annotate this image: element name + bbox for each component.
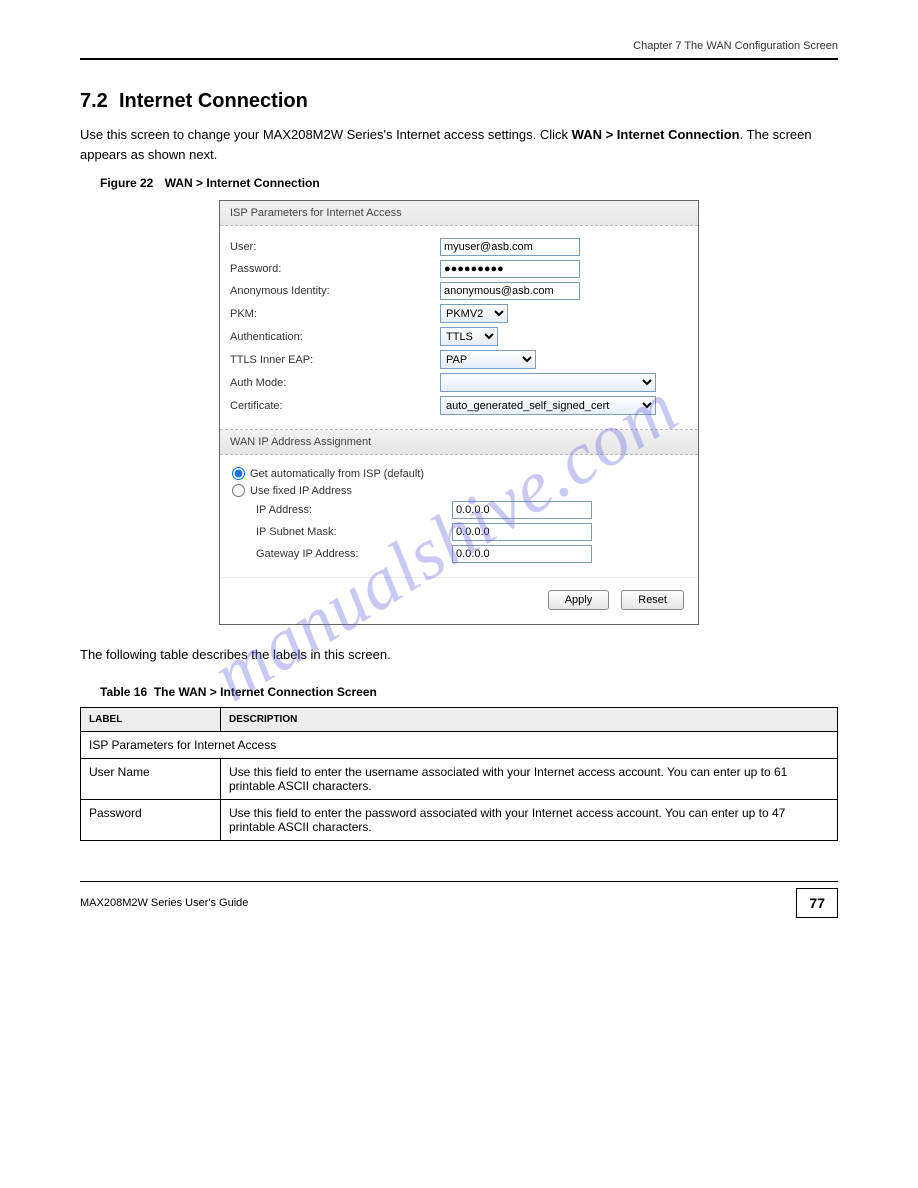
- intro-paragraph: Use this screen to change your MAX208M2W…: [80, 125, 838, 164]
- table-header-row: LABEL DESCRIPTION: [81, 707, 838, 731]
- gw-input[interactable]: [452, 545, 592, 563]
- cell-desc: Use this field to enter the password ass…: [221, 799, 838, 840]
- section-number: 7.2: [80, 90, 108, 112]
- row-auth: Authentication: TTLS: [230, 327, 688, 346]
- table-section-cell: ISP Parameters for Internet Access: [81, 731, 838, 758]
- user-input[interactable]: [440, 238, 580, 256]
- row-anon: Anonymous Identity:: [230, 282, 688, 300]
- inner-select[interactable]: PAP: [440, 350, 536, 369]
- row-gw: Gateway IP Address:: [256, 545, 688, 563]
- isp-section-header: ISP Parameters for Internet Access: [220, 201, 698, 226]
- authmode-select[interactable]: [440, 373, 656, 392]
- cert-label: Certificate:: [230, 400, 440, 412]
- ip-label: IP Address:: [256, 504, 452, 516]
- row-authmode: Auth Mode:: [230, 373, 688, 392]
- intro-strong-prefix: WAN >: [572, 127, 617, 142]
- figure-title: WAN > Internet Connection: [165, 176, 320, 190]
- apply-button[interactable]: Apply: [548, 590, 610, 610]
- radio-fixed[interactable]: [232, 484, 245, 497]
- auth-label: Authentication:: [230, 331, 440, 343]
- row-inner: TTLS Inner EAP: PAP: [230, 350, 688, 369]
- description-table: LABEL DESCRIPTION ISP Parameters for Int…: [80, 707, 838, 841]
- page-footer: MAX208M2W Series User's Guide 77: [80, 881, 838, 918]
- password-label: Password:: [230, 263, 440, 275]
- wan-section-header: WAN IP Address Assignment: [220, 430, 698, 455]
- user-label: User:: [230, 241, 440, 253]
- row-mask: IP Subnet Mask:: [256, 523, 688, 541]
- table-intro: The following table describes the labels…: [80, 645, 838, 665]
- table-row: Password Use this field to enter the pas…: [81, 799, 838, 840]
- gw-label: Gateway IP Address:: [256, 548, 452, 560]
- section-title: 7.2 Internet Connection: [80, 90, 838, 113]
- row-pkm: PKM: PKMV2: [230, 304, 688, 323]
- wan-section-body: Get automatically from ISP (default) Use…: [220, 455, 698, 577]
- col-label: LABEL: [81, 707, 221, 731]
- row-cert: Certificate: auto_generated_self_signed_…: [230, 396, 688, 415]
- radio-auto-label: Get automatically from ISP (default): [250, 468, 424, 480]
- reset-button[interactable]: Reset: [621, 590, 684, 610]
- table-number: Table 16: [100, 685, 147, 699]
- intro-strong: Internet Connection: [617, 127, 740, 142]
- mask-input[interactable]: [452, 523, 592, 541]
- row-password: Password:: [230, 260, 688, 278]
- table-title: The WAN > Internet Connection Screen: [154, 685, 377, 699]
- cert-select[interactable]: auto_generated_self_signed_cert: [440, 396, 656, 415]
- radio-auto-row: Get automatically from ISP (default): [230, 467, 688, 480]
- header-rule: [80, 58, 838, 60]
- radio-fixed-label: Use fixed IP Address: [250, 485, 352, 497]
- radio-fixed-row: Use fixed IP Address: [230, 484, 688, 497]
- config-screenshot: ISP Parameters for Internet Access User:…: [219, 200, 699, 625]
- isp-section-body: User: Password: Anonymous Identity: PKM:…: [220, 226, 698, 430]
- cell-label: Password: [81, 799, 221, 840]
- authmode-label: Auth Mode:: [230, 377, 440, 389]
- table-row: User Name Use this field to enter the us…: [81, 758, 838, 799]
- table-caption: Table 16 The WAN > Internet Connection S…: [100, 685, 838, 699]
- footer-rule: [80, 881, 838, 882]
- figure-caption: Figure 22 WAN > Internet Connection: [100, 176, 838, 190]
- auth-select[interactable]: TTLS: [440, 327, 498, 346]
- pkm-label: PKM:: [230, 308, 440, 320]
- radio-auto[interactable]: [232, 467, 245, 480]
- footer-guide-name: MAX208M2W Series User's Guide: [80, 897, 248, 909]
- cell-label: User Name: [81, 758, 221, 799]
- ip-input[interactable]: [452, 501, 592, 519]
- section-name: Internet Connection: [119, 90, 308, 112]
- chapter-header: Chapter 7 The WAN Configuration Screen: [80, 40, 838, 52]
- row-ip: IP Address:: [256, 501, 688, 519]
- page-number: 77: [796, 888, 838, 918]
- anon-label: Anonymous Identity:: [230, 285, 440, 297]
- figure-number: Figure 22: [100, 176, 153, 190]
- password-input[interactable]: [440, 260, 580, 278]
- table-section-row: ISP Parameters for Internet Access: [81, 731, 838, 758]
- cell-desc: Use this field to enter the username ass…: [221, 758, 838, 799]
- pkm-select[interactable]: PKMV2: [440, 304, 508, 323]
- anon-input[interactable]: [440, 282, 580, 300]
- mask-label: IP Subnet Mask:: [256, 526, 452, 538]
- row-user: User:: [230, 238, 688, 256]
- inner-label: TTLS Inner EAP:: [230, 354, 440, 366]
- col-description: DESCRIPTION: [221, 707, 838, 731]
- panel-footer: Apply Reset: [220, 577, 698, 624]
